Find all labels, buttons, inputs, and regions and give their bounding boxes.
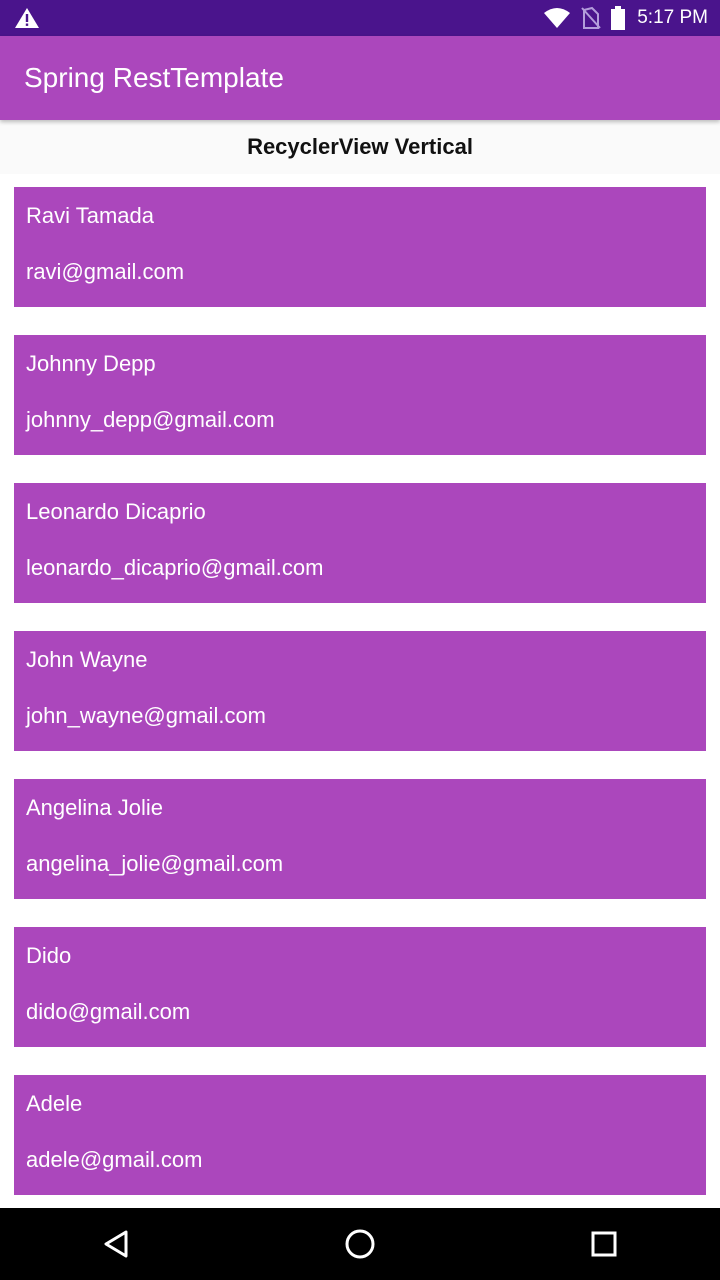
user-email: adele@gmail.com bbox=[26, 1147, 203, 1172]
list-item[interactable]: Ravi Tamada ravi@gmail.com bbox=[14, 187, 706, 307]
battery-icon bbox=[611, 6, 626, 30]
user-name: Johnny Depp bbox=[26, 351, 156, 376]
list-item[interactable]: Leonardo Dicaprio leonardo_dicaprio@gmai… bbox=[14, 483, 706, 603]
user-name: Leonardo Dicaprio bbox=[26, 499, 206, 524]
user-email: angelina_jolie@gmail.com bbox=[26, 851, 284, 876]
user-email: johnny_depp@gmail.com bbox=[26, 407, 275, 432]
list-item[interactable]: Johnny Depp johnny_depp@gmail.com bbox=[14, 335, 706, 455]
navigation-bar bbox=[0, 1208, 720, 1280]
subheader-title: RecyclerView Vertical bbox=[247, 134, 473, 159]
status-icons: 5:17 PM bbox=[543, 0, 708, 36]
recents-icon bbox=[591, 1231, 617, 1257]
status-time: 5:17 PM bbox=[637, 7, 708, 28]
user-name: Dido bbox=[26, 943, 72, 968]
list-item[interactable]: Angelina Jolie angelina_jolie@gmail.com bbox=[14, 779, 706, 899]
user-email: ravi@gmail.com bbox=[26, 259, 185, 284]
app-title: Spring RestTemplate bbox=[24, 62, 284, 93]
back-icon bbox=[104, 1230, 128, 1258]
home-icon bbox=[345, 1229, 375, 1259]
status-bar: 5:17 PM bbox=[0, 0, 720, 36]
list-item[interactable]: Dido dido@gmail.com bbox=[14, 927, 706, 1047]
home-button[interactable] bbox=[340, 1224, 380, 1264]
wifi-icon bbox=[544, 8, 571, 28]
user-name: Angelina Jolie bbox=[26, 795, 163, 820]
user-name: Adele bbox=[26, 1091, 83, 1116]
subheader: RecyclerView Vertical bbox=[0, 120, 720, 174]
back-button[interactable] bbox=[96, 1224, 136, 1264]
app-bar: Spring RestTemplate bbox=[0, 36, 720, 120]
user-email: leonardo_dicaprio@gmail.com bbox=[26, 555, 324, 580]
user-name: John Wayne bbox=[26, 647, 148, 672]
user-name: Ravi Tamada bbox=[26, 203, 154, 228]
list-item[interactable]: John Wayne john_wayne@gmail.com bbox=[14, 631, 706, 751]
user-list[interactable]: Ravi Tamada ravi@gmail.com Johnny Depp j… bbox=[0, 174, 720, 1208]
recents-button[interactable] bbox=[584, 1224, 624, 1264]
user-email: john_wayne@gmail.com bbox=[26, 703, 267, 728]
user-email: dido@gmail.com bbox=[26, 999, 191, 1024]
warning-icon bbox=[15, 8, 39, 28]
list-item[interactable]: Adele adele@gmail.com bbox=[14, 1075, 706, 1195]
no-sim-icon bbox=[581, 6, 601, 29]
